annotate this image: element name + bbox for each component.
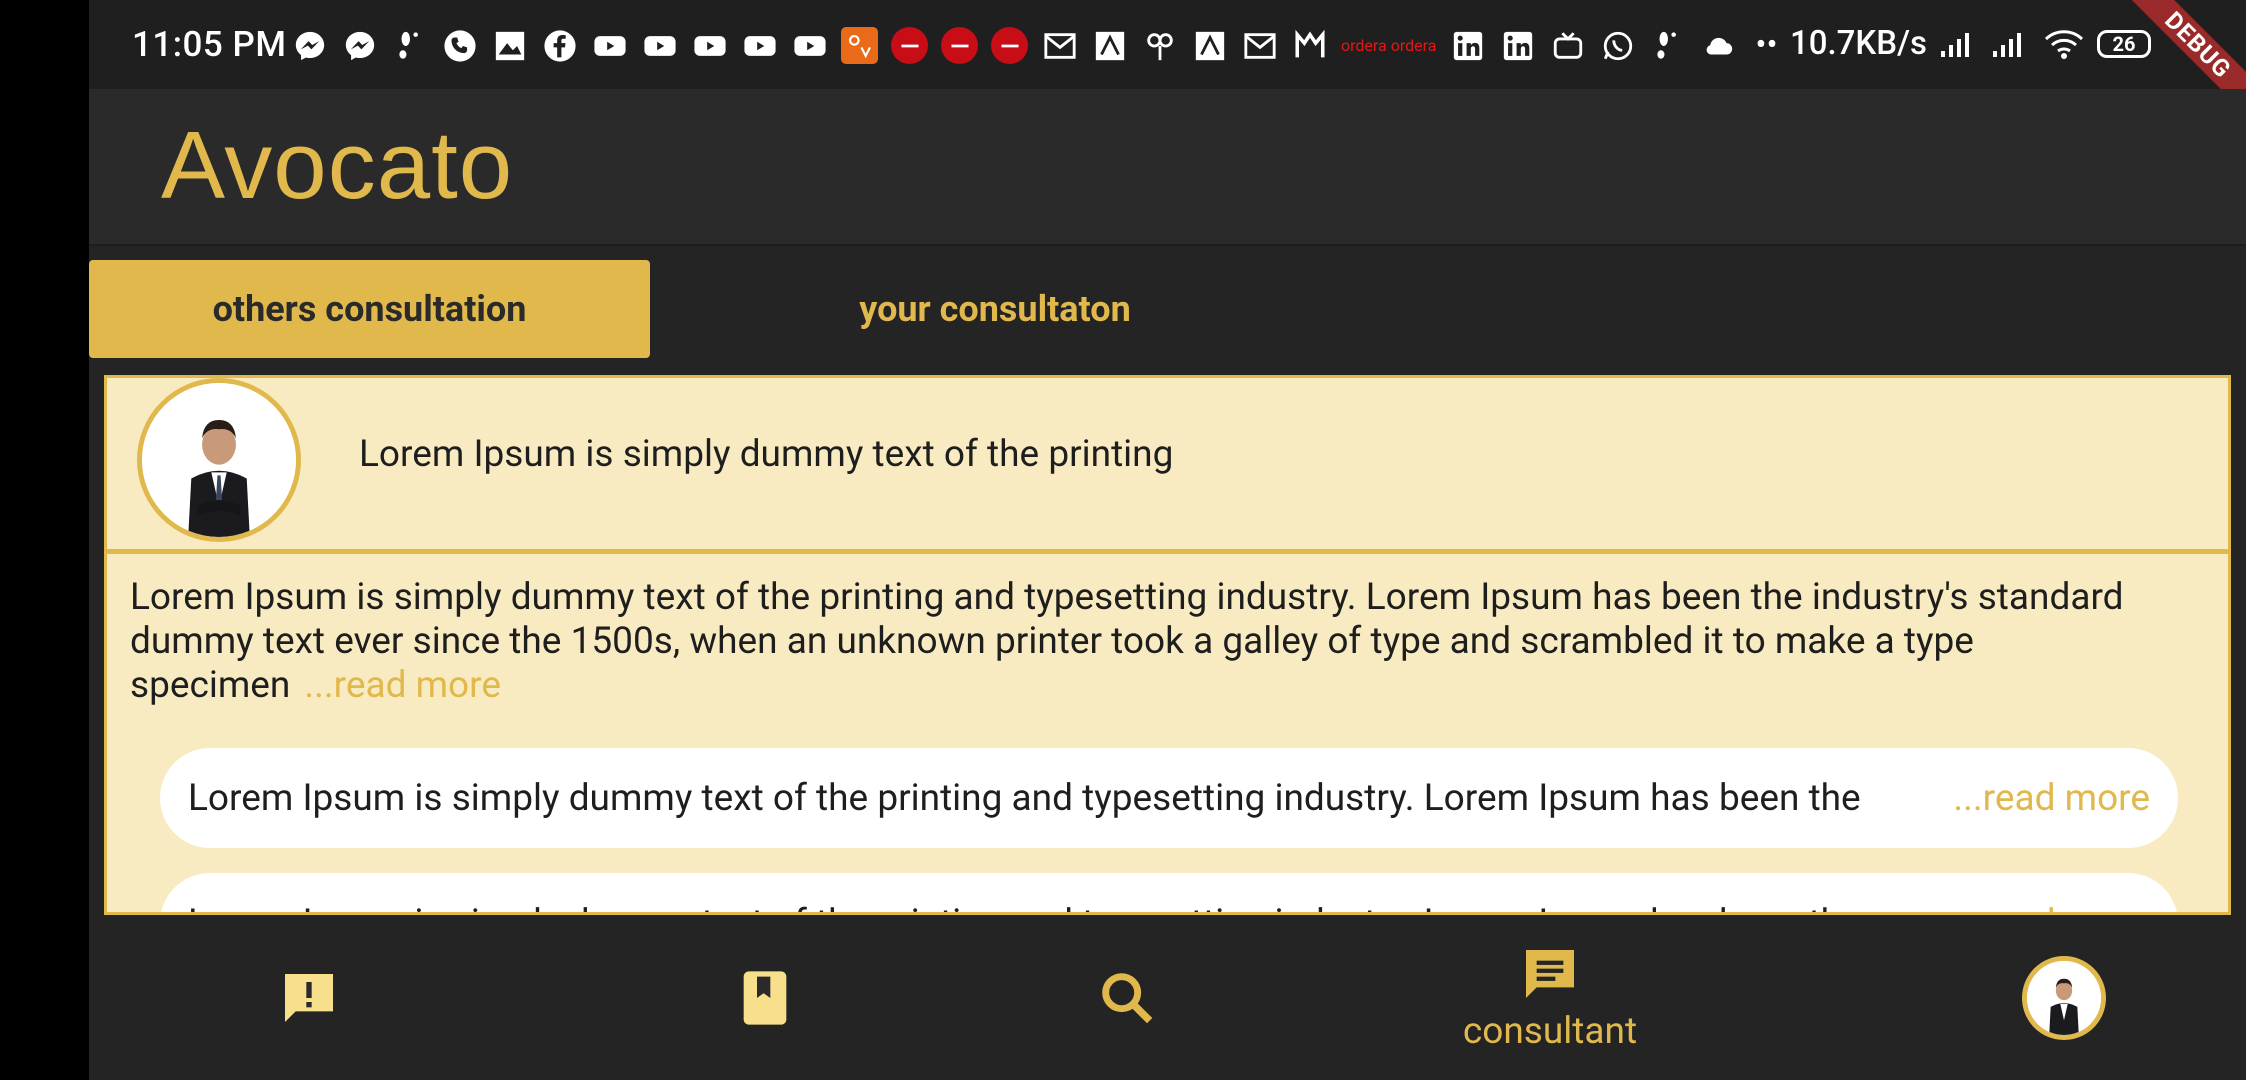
youtube-icon: [691, 27, 728, 64]
footprint-icon: [391, 27, 428, 64]
comment-item: Lorem Ipsum is simply dummy text of the …: [160, 748, 2178, 848]
avatar[interactable]: [137, 378, 301, 542]
linkedin-icon: [1499, 27, 1536, 64]
read-more-link[interactable]: ...read more: [1953, 777, 2150, 820]
comment-item: Lorem Ipsum is simply dummy text of the …: [160, 873, 2178, 913]
nav-book[interactable]: [705, 915, 825, 1080]
app-icon: [1091, 27, 1128, 64]
tab-your-consultation[interactable]: your consultaton: [650, 260, 1340, 358]
status-time: 11:05 PM: [132, 24, 287, 65]
read-more-link[interactable]: ...read more: [304, 664, 501, 707]
facebook-icon: [541, 27, 578, 64]
search-icon: [1102, 972, 1153, 1023]
bottom-navigation: consultant: [89, 915, 2246, 1080]
more-notifications-icon: ••: [1755, 26, 1778, 65]
app-icon: [1291, 27, 1328, 64]
app-title: Avocato: [161, 112, 514, 219]
tab-others-consultation[interactable]: others consultation: [89, 260, 650, 358]
youtube-icon: [791, 27, 828, 64]
status-notification-icons: ordera ordera ••: [291, 26, 1778, 65]
net-speed: 10.7KB/s: [1790, 24, 1927, 63]
tv-icon: [1549, 27, 1586, 64]
nav-consultant[interactable]: consultant: [1445, 915, 1655, 1080]
feedback-icon: [285, 973, 333, 1022]
chat-icon: [1526, 950, 1574, 998]
consultation-card: Lorem Ipsum is simply dummy text of the …: [104, 375, 2231, 915]
cloud-icon: [1699, 27, 1736, 64]
post-header: Lorem Ipsum is simply dummy text of the …: [107, 378, 2228, 554]
nav-consultant-label: consultant: [1462, 1010, 1638, 1053]
comment-text: Lorem Ipsum is simply dummy text of the …: [188, 902, 1861, 913]
consultation-tabs: others consultation your consultaton: [89, 260, 2246, 358]
signal-icon: [1992, 32, 2021, 57]
whatsapp-icon: [1599, 27, 1636, 64]
nav-profile[interactable]: [2009, 915, 2119, 1080]
app-icon: [1141, 27, 1178, 64]
bookmark-icon: [743, 970, 787, 1025]
avatar: [2022, 955, 2106, 1040]
app-bar: Avocato: [89, 89, 2246, 246]
red-app-icon: [991, 27, 1028, 64]
red-app-icon: [891, 27, 928, 64]
read-more-link[interactable]: ...read more: [1953, 902, 2150, 913]
phone-icon: [441, 27, 478, 64]
app-orange-icon: [841, 27, 878, 64]
status-bar: 11:05 PM ordera ordera •• 10.7KB/s 26 DE…: [89, 0, 2246, 127]
gmail-icon: [1241, 27, 1278, 64]
red-app-icon: [941, 27, 978, 64]
image-icon: [491, 27, 528, 64]
app-text-icon: ordera ordera: [1341, 36, 1437, 55]
status-right: 10.7KB/s 26: [1790, 24, 2151, 63]
post-body: Lorem Ipsum is simply dummy text of the …: [130, 576, 2190, 708]
person-avatar-icon: [2027, 960, 2101, 1035]
youtube-icon: [591, 27, 628, 64]
linkedin-icon: [1449, 27, 1486, 64]
gmail-icon: [1041, 27, 1078, 64]
app-screen: 11:05 PM ordera ordera •• 10.7KB/s 26 DE…: [89, 0, 2246, 1080]
nav-search[interactable]: [1067, 915, 1187, 1080]
battery-indicator: 26: [2096, 29, 2151, 58]
person-avatar-icon: [142, 383, 296, 537]
comment-text: Lorem Ipsum is simply dummy text of the …: [188, 776, 1861, 820]
post-title: Lorem Ipsum is simply dummy text of the …: [359, 433, 1174, 476]
messenger-icon: [291, 27, 328, 64]
app-icon: [1191, 27, 1228, 64]
wifi-icon: [2044, 29, 2084, 59]
messenger-icon: [341, 27, 378, 64]
nav-reports[interactable]: [249, 915, 369, 1080]
footprint-icon: [1649, 27, 1686, 64]
youtube-icon: [741, 27, 778, 64]
signal-icon: [1940, 32, 1969, 57]
youtube-icon: [641, 27, 678, 64]
